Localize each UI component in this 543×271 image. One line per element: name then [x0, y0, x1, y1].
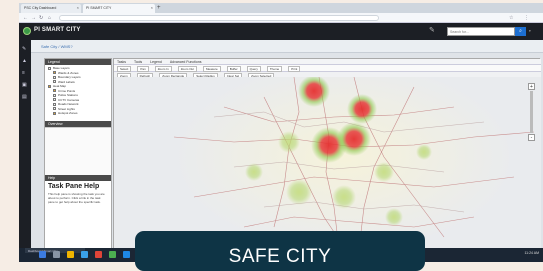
- browser-tab-strip: PSC City Dashboard × PI SMART CITY × +: [19, 3, 543, 13]
- warm-zone: [374, 162, 394, 182]
- legend-checkbox[interactable]: [53, 89, 56, 93]
- map-icon[interactable]: ▣: [22, 82, 27, 88]
- browser-tab-label: PI SMART CITY: [86, 6, 112, 10]
- caption-banner: SAFE CITY: [135, 231, 425, 271]
- warm-zone: [278, 131, 300, 153]
- home-icon[interactable]: ▲: [22, 58, 27, 64]
- browser-tab-active[interactable]: PI SMART CITY ×: [83, 4, 155, 13]
- warm-zone: [245, 163, 263, 181]
- heat-halo: [174, 77, 514, 249]
- left-icon-nav: ✎ ▲ ≡ ▣ ▤: [19, 40, 31, 248]
- heat-map-canvas[interactable]: [114, 77, 541, 249]
- breadcrumb-bar: Safe City / WMS?: [31, 40, 543, 53]
- legend-item-label: Base Layers: [53, 66, 70, 71]
- url-field[interactable]: [59, 15, 379, 21]
- pencil-icon[interactable]: ✎: [22, 46, 26, 52]
- user-menu[interactable]: ▾: [529, 29, 531, 33]
- search-button[interactable]: ⌕: [515, 27, 526, 36]
- reload-icon[interactable]: ↻: [39, 15, 43, 21]
- system-clock: 11:24 AM: [524, 251, 539, 255]
- zoom-control: + -: [528, 83, 535, 143]
- menu-icon[interactable]: ⋮: [524, 15, 529, 21]
- edit-icon[interactable]: ✎: [429, 26, 435, 34]
- legend-item-label: Police Stations: [58, 93, 78, 98]
- chart-icon[interactable]: ▤: [22, 94, 27, 100]
- legend-checkbox[interactable]: [48, 84, 51, 88]
- help-title: Task Pane Help: [48, 183, 100, 190]
- map-toolbar: Select Pan Zoom In Zoom Out Measure Buffer Que…: [114, 65, 541, 72]
- legend-item-label: CCTV Cameras: [58, 97, 80, 102]
- breadcrumb[interactable]: Safe City / WMS?: [41, 44, 73, 49]
- desktop-screen: PSC City Dashboard × PI SMART CITY × + ←…: [19, 3, 543, 262]
- overview-map[interactable]: [45, 127, 111, 175]
- legend-checkbox[interactable]: [48, 66, 51, 70]
- back-arrow-icon[interactable]: ←: [23, 15, 28, 21]
- legend-item-label: Wards & Zones: [58, 70, 79, 75]
- star-icon[interactable]: ☆: [509, 15, 513, 21]
- map-menu-item[interactable]: Legend: [150, 60, 162, 64]
- browser-icon[interactable]: [81, 251, 88, 258]
- help-pane: Task Pane Help This help pane is showing…: [45, 181, 111, 252]
- new-tab-button[interactable]: +: [157, 5, 161, 11]
- legend-item-label: Boundary Layers: [58, 75, 81, 80]
- help-text: This help pane is showing the task you a…: [48, 192, 105, 204]
- app-header: PI SMART CITY ✎ Search for... ⌕ ▾: [19, 23, 543, 40]
- folder-icon[interactable]: [67, 251, 74, 258]
- search-icon[interactable]: [53, 251, 60, 258]
- app-icon[interactable]: [123, 251, 130, 258]
- app-icon[interactable]: [109, 251, 116, 258]
- legend-checkbox[interactable]: [53, 107, 56, 111]
- home-icon[interactable]: ⌂: [48, 15, 51, 21]
- legend-checkbox[interactable]: [53, 71, 56, 75]
- caption-text: SAFE CITY: [228, 246, 332, 267]
- zoom-in-button[interactable]: +: [528, 83, 535, 90]
- warm-zone: [332, 185, 356, 209]
- warm-zone: [385, 208, 403, 226]
- search-input[interactable]: Search for...: [447, 27, 515, 36]
- map-menu-item[interactable]: Advanced Functions: [170, 60, 202, 64]
- legend-checkbox[interactable]: [53, 93, 56, 97]
- app-icon[interactable]: [95, 251, 102, 258]
- windows-icon[interactable]: [39, 251, 46, 258]
- legend-item-label: Crime Points: [58, 88, 76, 93]
- hotspot: [347, 94, 377, 124]
- legend-checkbox[interactable]: [53, 102, 56, 106]
- legend-checkbox[interactable]: [53, 111, 56, 115]
- zoom-out-button[interactable]: -: [528, 134, 535, 141]
- close-icon[interactable]: ×: [77, 5, 79, 10]
- legend-item-label: Heat Map: [53, 84, 67, 89]
- legend-item-label: Street Lights: [58, 106, 75, 111]
- close-icon[interactable]: ×: [151, 5, 153, 10]
- browser-tab-label: PSC City Dashboard: [24, 6, 57, 10]
- hotspot: [337, 122, 371, 156]
- address-bar-row: ← → ↻ ⌂ ☆ ⋮: [19, 13, 543, 23]
- browser-tab[interactable]: PSC City Dashboard ×: [21, 4, 81, 13]
- legend-item-label: Ward Labels: [58, 79, 75, 84]
- warm-zone: [286, 179, 312, 205]
- legend-checkbox[interactable]: [53, 75, 56, 79]
- forward-arrow-icon[interactable]: →: [31, 15, 36, 21]
- legend-item-label: Roads Network: [58, 102, 79, 107]
- map-menu-item[interactable]: Tasks: [117, 60, 126, 64]
- search-icon: ⌕: [519, 28, 522, 34]
- map-menu-item[interactable]: Tools: [134, 60, 142, 64]
- zoom-slider[interactable]: [530, 91, 533, 133]
- legend-tree: Base Layers Wards & Zones Boundary Layers W…: [45, 65, 111, 121]
- legend-checkbox[interactable]: [53, 98, 56, 102]
- map-viewer: Tasks Tools Legend Advanced Functions Selec…: [113, 58, 541, 249]
- legend-item-label: Hotspot Zones: [58, 111, 78, 116]
- layers-icon[interactable]: ≡: [22, 70, 25, 76]
- legend-checkbox[interactable]: [53, 80, 56, 84]
- warm-zone: [416, 144, 432, 160]
- task-panel: Legend Base Layers Wards & Zones Boundary …: [44, 58, 112, 252]
- legend-item[interactable]: Hotspot Zones: [48, 111, 108, 116]
- app-title: PI SMART CITY: [34, 27, 81, 33]
- app-logo: [23, 27, 31, 35]
